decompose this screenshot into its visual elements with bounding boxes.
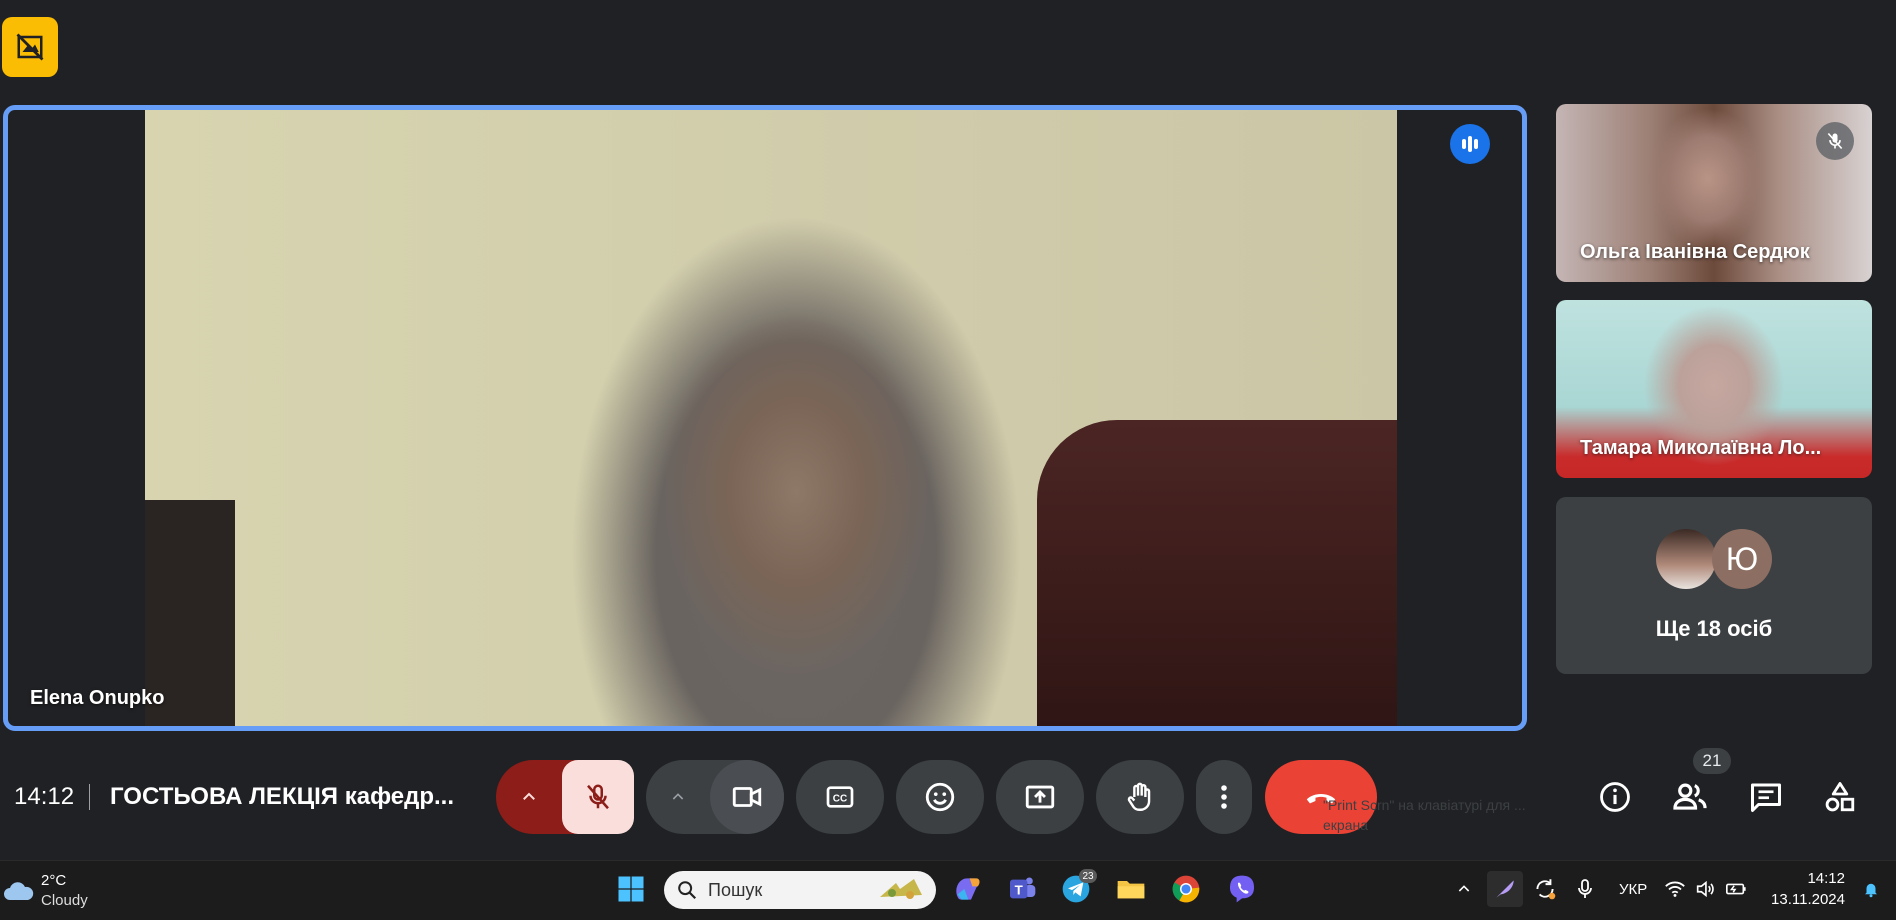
chevron-up-icon xyxy=(672,793,684,800)
video-camera-icon xyxy=(732,787,762,807)
wifi-status[interactable] xyxy=(1660,871,1690,907)
telegram-app[interactable]: 23 xyxy=(1058,869,1097,907)
reactions-button[interactable] xyxy=(896,760,984,834)
notifications-button[interactable] xyxy=(1856,871,1886,907)
pen-tray-button[interactable] xyxy=(1487,871,1523,907)
people-icon xyxy=(1673,783,1707,810)
participant-name: Тамара Миколаївна Ло... xyxy=(1580,437,1822,459)
present-screen-icon xyxy=(1025,785,1055,809)
participants-count-badge: 21 xyxy=(1693,748,1731,774)
folder-icon xyxy=(1117,881,1145,899)
svg-text:CC: CC xyxy=(833,794,847,805)
more-participants-tile[interactable]: Ю Ще 18 осіб xyxy=(1556,497,1872,674)
search-icon xyxy=(678,881,697,900)
participant-avatar: Ю xyxy=(1712,529,1772,589)
speaking-indicator-icon xyxy=(1450,124,1490,164)
participant-avatar xyxy=(1656,529,1716,589)
viber-app[interactable] xyxy=(1224,871,1260,907)
show-hidden-icons-button[interactable] xyxy=(1446,871,1482,907)
camera-frame-off-icon xyxy=(16,33,44,61)
sync-tray-button[interactable] xyxy=(1527,871,1563,907)
viber-icon xyxy=(1230,875,1254,903)
microphone-icon xyxy=(1578,879,1592,898)
meeting-clock: 14:12 xyxy=(14,783,75,810)
bell-icon xyxy=(1865,883,1877,898)
sync-icon xyxy=(1536,879,1556,900)
mic-off-icon xyxy=(1816,122,1854,160)
chrome-icon xyxy=(1172,875,1200,903)
volume-status[interactable] xyxy=(1690,871,1720,907)
raise-hand-button[interactable] xyxy=(1096,760,1184,834)
copilot-app[interactable] xyxy=(949,871,985,907)
taskbar xyxy=(0,860,1896,920)
copilot-icon xyxy=(956,878,980,900)
more-participants-label: Ще 18 осіб xyxy=(1655,616,1773,641)
mic-toggle-button[interactable] xyxy=(562,760,634,834)
captions-button[interactable]: CC xyxy=(796,760,884,834)
video-off-badge[interactable] xyxy=(2,17,58,77)
teams-icon: T xyxy=(1010,877,1036,899)
cloud-icon xyxy=(4,882,34,900)
closed-captions-icon: CC xyxy=(826,786,854,808)
video-options-button[interactable] xyxy=(646,760,710,834)
input-language[interactable]: УКР xyxy=(1619,881,1647,898)
participant-tile[interactable]: Тамара Миколаївна Ло... xyxy=(1556,300,1872,478)
activities-button[interactable] xyxy=(1820,777,1860,817)
battery-charging-icon xyxy=(1726,883,1746,895)
info-icon xyxy=(1600,782,1630,812)
chevron-up-icon xyxy=(1458,885,1470,892)
chat-button[interactable] xyxy=(1746,777,1786,817)
weather-description: Cloudy xyxy=(41,892,88,909)
chat-icon xyxy=(1751,783,1781,812)
mic-off-icon xyxy=(587,784,609,810)
screenshot-hint: "Print Scrn" на клавіатурі для ... екран… xyxy=(1323,795,1526,835)
taskbar-search[interactable]: Пошук xyxy=(664,871,936,909)
hint-line-2: екрана xyxy=(1323,817,1369,833)
teams-app[interactable]: T xyxy=(1004,871,1040,907)
more-vert-icon xyxy=(1221,785,1227,809)
meeting-title: ГОСТЬОВА ЛЕКЦІЯ кафедр... xyxy=(110,783,454,810)
main-speaker-tile[interactable]: Elena Onupko xyxy=(3,105,1527,731)
battery-status[interactable] xyxy=(1720,871,1752,907)
file-explorer-app[interactable] xyxy=(1113,871,1149,907)
search-placeholder: Пошук xyxy=(708,879,763,900)
present-screen-button[interactable] xyxy=(996,760,1084,834)
chair xyxy=(1037,420,1397,726)
participant-tile[interactable]: Ольга Іванівна Сердюк xyxy=(1556,104,1872,282)
shapes-icon xyxy=(1825,782,1855,812)
emoji-icon xyxy=(925,782,955,812)
mic-control-group xyxy=(496,760,634,834)
taskbar-date[interactable]: 13.11.2024 xyxy=(1765,891,1845,908)
wifi-icon xyxy=(1665,881,1685,897)
participant-name: Ольга Іванівна Сердюк xyxy=(1580,241,1810,263)
speaker-icon xyxy=(1696,880,1714,898)
start-button[interactable] xyxy=(613,871,649,907)
hand-icon xyxy=(1127,782,1151,811)
more-options-button[interactable] xyxy=(1196,760,1252,834)
microphone-tray-button[interactable] xyxy=(1567,871,1603,907)
audio-options-button[interactable] xyxy=(496,760,562,834)
avatar-letter: Ю xyxy=(1725,540,1759,577)
people-button[interactable] xyxy=(1670,777,1710,817)
speaker-video xyxy=(145,110,1397,726)
feather-pen-icon xyxy=(1496,880,1514,898)
chevron-up-icon xyxy=(523,792,535,800)
hint-line-1: "Print Scrn" на клавіатурі для ... xyxy=(1323,797,1526,813)
telegram-unread-badge: 23 xyxy=(1079,869,1097,883)
search-highlight-icon xyxy=(880,879,922,899)
meeting-details-button[interactable] xyxy=(1595,777,1635,817)
taskbar-time[interactable]: 14:12 xyxy=(1803,870,1845,887)
chrome-app[interactable] xyxy=(1168,871,1204,907)
main-speaker-name: Elena Onupko xyxy=(30,687,165,709)
svg-text:T: T xyxy=(1015,882,1023,897)
windows-logo-icon xyxy=(618,876,644,902)
weather-temp: 2°C xyxy=(41,872,67,889)
camera-control-group xyxy=(646,760,784,834)
divider xyxy=(89,784,90,810)
camera-toggle-button[interactable] xyxy=(710,760,784,834)
